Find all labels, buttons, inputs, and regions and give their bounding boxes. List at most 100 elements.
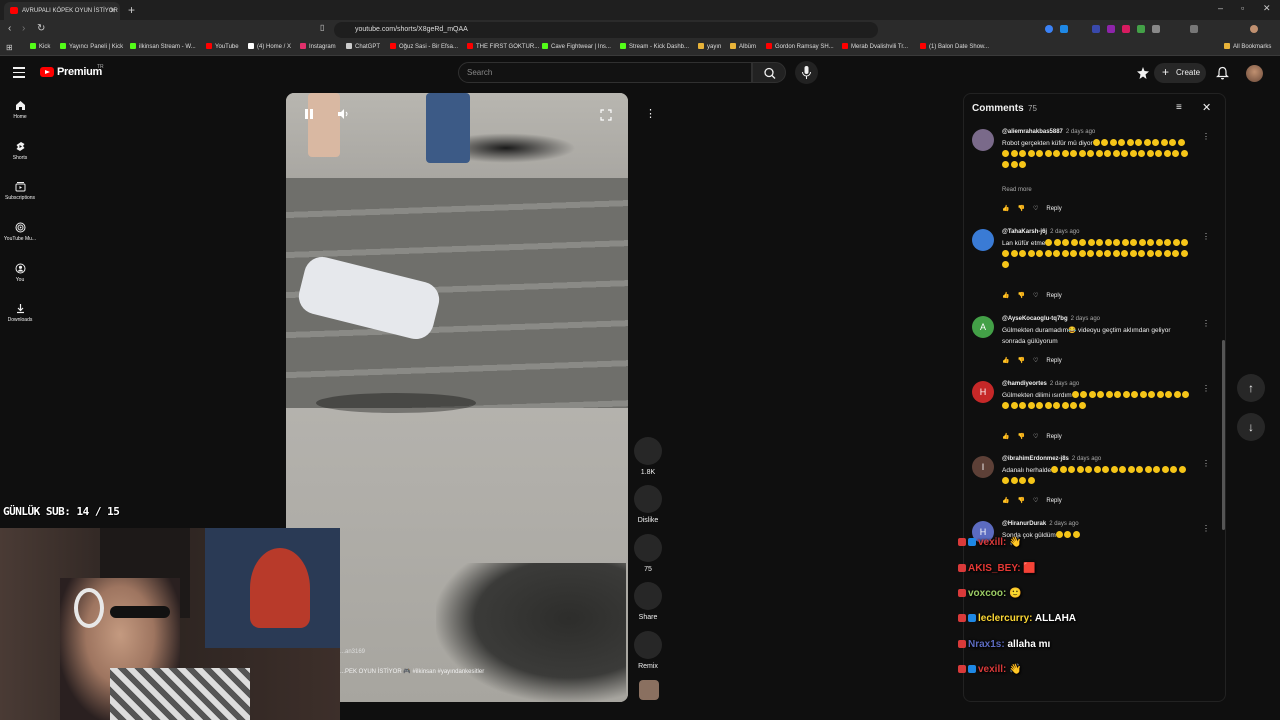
- comment-author[interactable]: @aliemrahakbas5887 2 days ago: [1002, 129, 1095, 135]
- comment-menu-icon[interactable]: ⋮: [1202, 232, 1210, 241]
- comment-menu-icon[interactable]: ⋮: [1202, 384, 1210, 393]
- bookmark-item[interactable]: Instagram: [300, 43, 336, 50]
- bookmark-item[interactable]: THE FIRST GOKTUR...: [467, 43, 539, 50]
- read-more-link[interactable]: Read more: [1002, 187, 1032, 193]
- extensions-puzzle-icon[interactable]: [1152, 25, 1160, 33]
- extension-icon[interactable]: [1092, 25, 1100, 33]
- bookmark-item[interactable]: YouTube: [206, 43, 239, 50]
- pause-icon[interactable]: [302, 107, 316, 121]
- reply-button[interactable]: Reply: [1046, 434, 1061, 440]
- more-options-icon[interactable]: ⋮: [645, 107, 656, 120]
- comment-menu-icon[interactable]: ⋮: [1202, 319, 1210, 328]
- comment-menu-icon[interactable]: ⋮: [1202, 459, 1210, 468]
- heart-icon[interactable]: ♡: [1033, 433, 1038, 440]
- like-button[interactable]: 1.8K: [634, 437, 662, 476]
- forward-icon[interactable]: ›: [22, 23, 25, 34]
- previous-short-button[interactable]: ↑: [1237, 374, 1265, 402]
- logo-text[interactable]: Premium: [57, 66, 102, 78]
- heart-icon[interactable]: ♡: [1033, 292, 1038, 299]
- comment-menu-icon[interactable]: ⋮: [1202, 524, 1210, 533]
- sidebar-item-you[interactable]: You: [0, 263, 40, 283]
- commenter-avatar[interactable]: I: [972, 456, 994, 478]
- remix-button[interactable]: Remix: [634, 631, 662, 670]
- comment-menu-icon[interactable]: ⋮: [1202, 132, 1210, 141]
- close-tab-icon[interactable]: ✕: [109, 6, 116, 15]
- commenter-avatar[interactable]: [972, 229, 994, 251]
- like-icon[interactable]: 👍: [1002, 433, 1009, 440]
- extension-icon[interactable]: [1122, 25, 1130, 33]
- bookmark-page-icon[interactable]: ▯: [320, 23, 324, 32]
- url-field[interactable]: youtube.com/shorts/X8geRd_mQAA: [334, 22, 878, 38]
- bookmark-item[interactable]: (4) Home / X: [248, 43, 291, 50]
- comment-author[interactable]: @HiranurDurak 2 days ago: [1002, 521, 1079, 527]
- sidebar-item-subscriptions[interactable]: Subscriptions: [0, 181, 40, 201]
- bookmark-item[interactable]: Stream - Kick Dashb...: [620, 43, 689, 50]
- comment-author[interactable]: @hamdiyeortes 2 days ago: [1002, 381, 1079, 387]
- bookmark-item[interactable]: Gordon Ramsay SH...: [766, 43, 834, 50]
- close-window-icon[interactable]: ✕: [1263, 3, 1271, 14]
- bookmark-item[interactable]: Cave Fightwear | Ins...: [542, 43, 611, 50]
- bookmark-item[interactable]: Yayıncı Paneli | Kick: [60, 43, 123, 50]
- sort-icon[interactable]: ≡: [1176, 102, 1182, 113]
- menu-icon[interactable]: [13, 67, 25, 78]
- bookmark-item[interactable]: Albüm: [730, 43, 756, 50]
- reload-icon[interactable]: ↻: [37, 23, 45, 34]
- sidebar-item-youtube-music[interactable]: YouTube Mu...: [0, 222, 40, 242]
- like-icon[interactable]: 👍: [1002, 357, 1009, 364]
- like-icon[interactable]: 👍: [1002, 292, 1009, 299]
- sidebar-item-downloads[interactable]: Downloads: [0, 303, 40, 323]
- dislike-icon[interactable]: 👎: [1017, 292, 1024, 299]
- dislike-button[interactable]: Dislike: [634, 485, 662, 524]
- extension-icon[interactable]: [1060, 25, 1068, 33]
- minimize-icon[interactable]: –: [1218, 3, 1223, 13]
- bookmark-item[interactable]: Oğuz Sasi - Bir Efsa...: [390, 43, 458, 50]
- comment-author[interactable]: @ibrahimErdonmez-j8s 2 days ago: [1002, 456, 1101, 462]
- sidebar-item-home[interactable]: Home: [0, 100, 40, 120]
- volume-icon[interactable]: [336, 107, 350, 121]
- comment-author[interactable]: @TahaKarsh-j6j 2 days ago: [1002, 229, 1079, 235]
- extension-icon[interactable]: [1137, 25, 1145, 33]
- heart-icon[interactable]: ♡: [1033, 357, 1038, 364]
- bookmark-item[interactable]: Kick: [30, 43, 50, 50]
- channel-handle[interactable]: ...an3169: [340, 649, 365, 655]
- next-short-button[interactable]: ↓: [1237, 413, 1265, 441]
- youtube-logo-icon[interactable]: [40, 67, 54, 77]
- like-icon[interactable]: 👍: [1002, 205, 1009, 212]
- all-bookmarks[interactable]: All Bookmarks: [1224, 43, 1271, 50]
- dislike-icon[interactable]: 👎: [1017, 357, 1024, 364]
- notifications-bell-icon[interactable]: [1216, 66, 1229, 80]
- maximize-icon[interactable]: ▫: [1241, 3, 1244, 13]
- new-tab-icon[interactable]: +: [128, 3, 135, 17]
- profile-icon[interactable]: [1250, 25, 1258, 33]
- reply-button[interactable]: Reply: [1046, 293, 1061, 299]
- bookmark-item[interactable]: Merab Dvalishvili Tr...: [842, 43, 908, 50]
- heart-icon[interactable]: ♡: [1033, 497, 1038, 504]
- like-icon[interactable]: 👍: [1002, 497, 1009, 504]
- sound-thumbnail[interactable]: [639, 680, 659, 700]
- bookmark-item[interactable]: ChatGPT: [346, 43, 380, 50]
- commenter-avatar[interactable]: [972, 129, 994, 151]
- account-avatar[interactable]: [1246, 65, 1263, 82]
- apps-grid-icon[interactable]: ⊞: [6, 43, 13, 52]
- search-input[interactable]: Search: [458, 62, 752, 83]
- share-button[interactable]: Share: [634, 582, 662, 621]
- dislike-icon[interactable]: 👎: [1017, 205, 1024, 212]
- bookmark-item[interactable]: yayın: [698, 43, 721, 50]
- voice-search-button[interactable]: [795, 61, 818, 84]
- heart-icon[interactable]: ♡: [1033, 205, 1038, 212]
- browser-tab[interactable]: AVRUPALI KÖPEK OYUN İSTİYOR ✕: [4, 2, 120, 20]
- reply-button[interactable]: Reply: [1046, 206, 1061, 212]
- fullscreen-icon[interactable]: [600, 109, 612, 121]
- dislike-icon[interactable]: 👎: [1017, 497, 1024, 504]
- media-icon[interactable]: [1190, 25, 1198, 33]
- extension-icon[interactable]: [1107, 25, 1115, 33]
- comment-author[interactable]: @AyseKocaoglu-tq7bg 2 days ago: [1002, 316, 1100, 322]
- cast-icon[interactable]: [1136, 66, 1150, 80]
- reply-button[interactable]: Reply: [1046, 358, 1061, 364]
- extension-icon[interactable]: [1045, 25, 1053, 33]
- commenter-avatar[interactable]: H: [972, 381, 994, 403]
- back-icon[interactable]: ‹: [8, 23, 11, 34]
- comments-button[interactable]: 75: [634, 534, 662, 573]
- bookmark-item[interactable]: (1) Balon Date Show...: [920, 43, 989, 50]
- bookmark-item[interactable]: ilkinsan Stream - W...: [130, 43, 196, 50]
